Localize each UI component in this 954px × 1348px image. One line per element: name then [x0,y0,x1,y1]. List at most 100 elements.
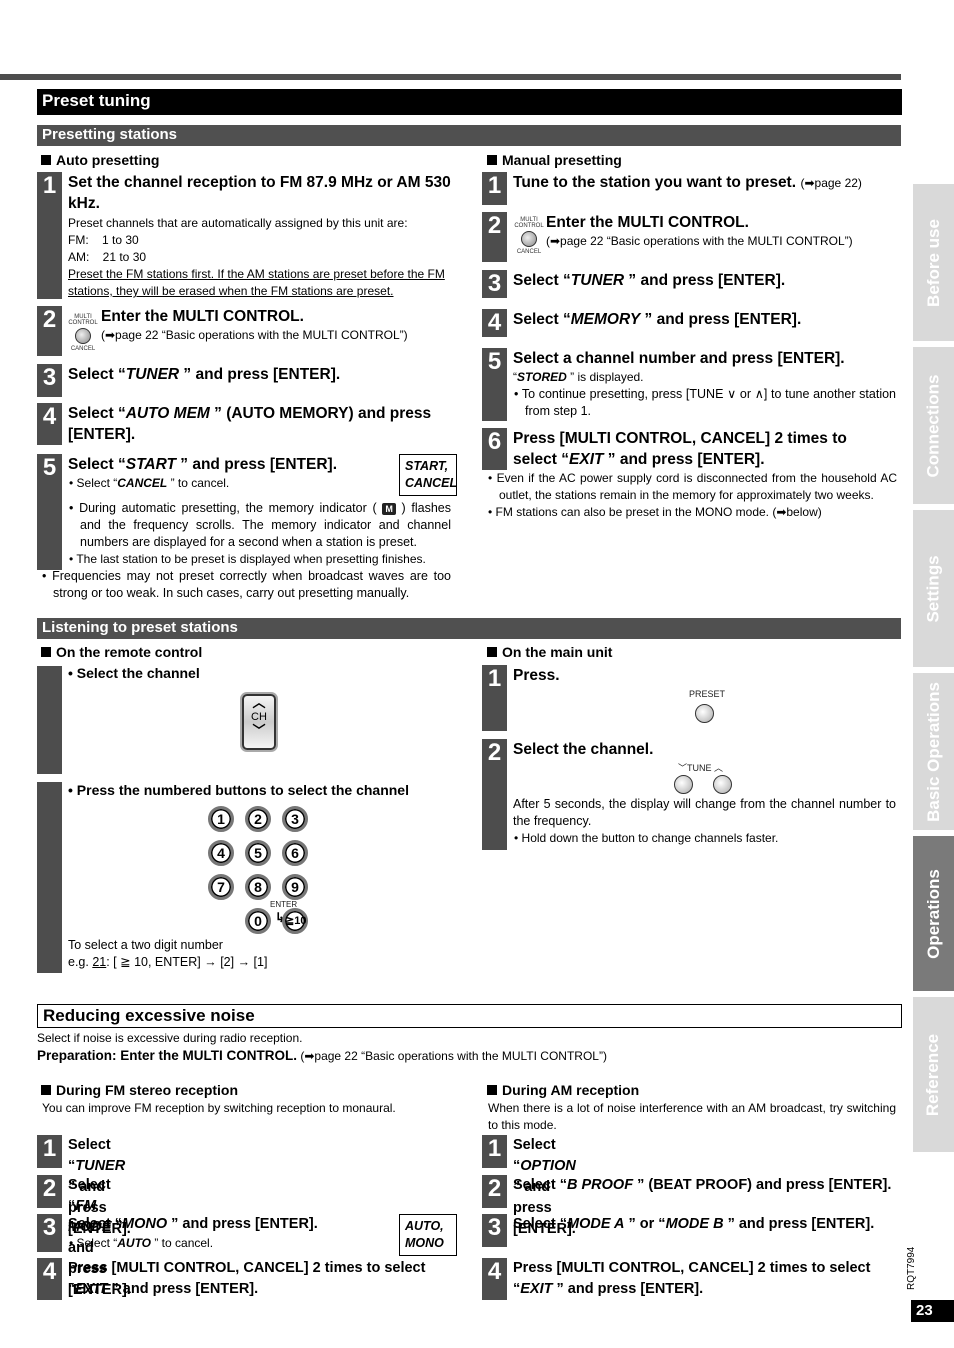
noise-intro: Select if noise is excessive during radi… [37,1031,303,1045]
two-digit-example: e.g. 21: [ ≧ 10, ENTER] → [2] → [1] [68,955,268,969]
fm-range: FM: 1 to 30 [68,233,139,247]
square-bullet-icon [41,647,51,657]
square-bullet-icon [41,1085,51,1095]
stored-message: “STORED ” is displayed. [513,370,644,384]
two-digit-hint: To select a two digit number [68,938,223,952]
subsection-listening: Listening to preset stations [37,618,901,639]
numkey-6[interactable]: 6 [282,840,308,866]
step-bullet: • The last station to be preset is displ… [69,552,426,566]
step-number: 3 [37,364,62,397]
step-title: Select a channel number and press [ENTER… [513,350,845,367]
step-title: Select “MONO ” and press [ENTER]. [68,1216,318,1232]
square-bullet-icon [41,155,51,165]
select-channel-label: • Select the channel [68,665,200,681]
step-number: 3 [482,1214,507,1247]
numbered-buttons-label: • Press the numbered buttons to select t… [68,782,409,798]
step-bullet: • Select “AUTO ” to cancel. [69,1236,214,1250]
step-title: Enter the MULTI CONTROL. [546,214,749,231]
step-title: Select “TUNER ” and press [ENTER]. [68,366,341,383]
step-number: 5 [37,454,62,570]
multi-control-icon: MULTI CONTROL CANCEL [68,314,98,352]
page-reference[interactable]: (➡page 22 “Basic operations with the MUL… [546,233,906,250]
step-title: Select “B PROOF ” (BEAT PROOF) and press… [513,1177,892,1193]
step-title: Press [MULTI CONTROL, CANCEL] 2 times to… [513,1260,871,1297]
step-title: Press [MULTI CONTROL, CANCEL] 2 times to… [68,1260,426,1297]
numkey-9[interactable]: 9 [282,874,308,900]
tab-connections[interactable]: Connections [913,347,954,504]
step-title: Select “MEMORY ” and press [ENTER]. [513,311,802,328]
step-title: Select “START ” and press [ENTER]. [68,456,338,473]
noise-preparation: Preparation: Enter the MULTI CONTROL. (➡… [37,1048,607,1063]
step-number: 4 [482,309,507,337]
option-display-box: AUTO, MONO [399,1214,457,1256]
step-number: 1 [482,172,507,205]
manual-notes: • Even if the AC power supply cord is di… [487,470,897,521]
numkey-0[interactable]: 0 [245,908,271,934]
subsection-presetting: Presetting stations [37,125,901,146]
auto-presetting-heading: Auto presetting [41,152,159,168]
step-bar [37,666,62,774]
page-reference[interactable]: (➡page 22 “Basic operations with the MUL… [101,327,481,344]
tab-reference[interactable]: Reference [913,997,954,1152]
step-number: 4 [482,1258,507,1300]
numkey-ten-plus[interactable]: ≧10 [282,908,308,934]
step-number: 4 [37,1258,62,1300]
tune-up-button[interactable] [713,775,732,794]
numkey-8[interactable]: 8 [245,874,271,900]
step-number: 2 [482,212,507,262]
step-number: 4 [37,403,62,445]
step-title: Press. [513,667,560,684]
memory-indicator-icon: M [382,503,396,515]
tab-settings[interactable]: Settings [913,510,954,667]
step-number: 3 [37,1214,62,1252]
tab-basic-operations[interactable]: Basic Operations [913,673,954,830]
note-bullet: • Even if the AC power supply cord is di… [488,471,897,502]
page-reference[interactable]: (➡page 22 “Basic operations with the MUL… [297,1049,607,1063]
auto-footnote: • Frequencies may not preset correctly w… [42,569,452,600]
step-number: 6 [482,428,507,470]
page-number: 23 [911,1300,954,1322]
ch-label: CH [251,711,267,723]
numkey-4[interactable]: 4 [208,840,234,866]
preset-button[interactable] [695,704,714,723]
step-number: 5 [482,348,507,421]
numkey-1[interactable]: 1 [208,806,234,832]
numkey-3[interactable]: 3 [282,806,308,832]
step-title: Tune to the station you want to preset. [513,174,797,191]
step-number: 1 [482,665,507,731]
channel-button[interactable]: ︿ CH ﹀ [242,694,276,750]
step-bar [37,782,62,973]
step-number: 2 [37,306,62,356]
tab-operations[interactable]: Operations [913,836,954,991]
step-number: 3 [482,270,507,298]
step-title: Select “MODE A ” or “MODE B ” and press … [513,1216,875,1232]
note-bullet: • FM stations can also be preset in the … [488,505,822,519]
tune-down-button[interactable] [674,775,693,794]
numkey-2[interactable]: 2 [245,806,271,832]
section-title: Preset tuning [37,89,902,115]
step-bullet: • During automatic presetting, the memor… [69,501,451,549]
am-heading: During AM reception [487,1082,639,1098]
step-number: 1 [482,1135,507,1168]
step-bullet: • To continue presetting, press [TUNE ∨ … [514,387,896,418]
square-bullet-icon [487,647,497,657]
square-bullet-icon [487,155,497,165]
step-text: Preset channels that are automatically a… [68,216,408,230]
numkey-7[interactable]: 7 [208,874,234,900]
step-title: Enter the MULTI CONTROL. [101,308,304,325]
step-title: Select “AUTO MEM ” (AUTO MEMORY) and pre… [68,405,432,443]
numkey-5[interactable]: 5 [245,840,271,866]
tab-before-use[interactable]: Before use [913,184,954,341]
step-text: After 5 seconds, the display will change… [513,797,896,828]
step-bullet: • Select “CANCEL ” to cancel. [69,476,230,490]
fm-heading: During FM stereo reception [41,1082,238,1098]
noise-section-title: Reducing excessive noise [37,1004,902,1028]
chevron-down-icon: ﹀ [252,723,266,738]
step-number: 1 [37,172,62,299]
page-reference[interactable]: (➡page 22) [800,176,861,190]
document-code: RQT7994 [906,1246,917,1290]
manual-presetting-heading: Manual presetting [487,152,622,168]
step-title: Select the channel. [513,741,654,758]
step-number: 2 [482,739,507,850]
fm-desc: You can improve FM reception by switchin… [42,1101,396,1115]
